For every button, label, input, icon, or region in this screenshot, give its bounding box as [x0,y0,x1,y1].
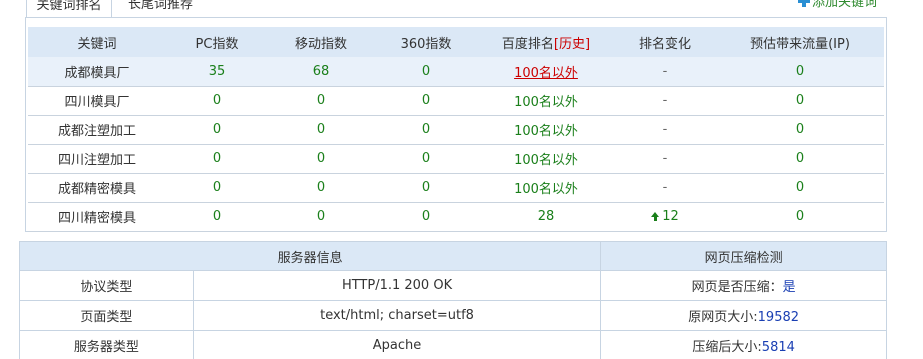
rank-change-cell: - [614,173,716,203]
pc-index-cell: 0 [166,86,268,116]
index-360-cell: 0 [374,115,478,145]
add-keyword-link[interactable]: 添加关键词 [797,0,877,13]
keyword-panel: 关键词 PC指数 移动指数 360指数 百度排名[历史] 排名变化 预估带来流量… [25,17,887,232]
mobile-index-cell: 0 [268,115,374,145]
index-360-cell: 0 [374,57,478,87]
original-size-value: 19582 [757,310,800,325]
protocol-value: HTTP/1.1 200 OK [192,270,602,301]
header-keyword: 关键词 [28,27,166,57]
baidu-rank-cell: 100名以外 [478,144,614,174]
compressed-size-label: 压缩后大小: [692,340,762,355]
header-baidu-rank-label: 百度排名 [501,36,554,52]
table-row: 四川注塑加工 0 0 0 100名以外 - 0 [28,144,884,174]
traffic-cell: 0 [716,115,884,145]
mobile-index-cell: 0 [268,202,374,232]
table-row: 协议类型 HTTP/1.1 200 OK 网页是否压缩：是 [19,270,887,301]
traffic-cell: 0 [716,202,884,232]
baidu-rank-cell: 100名以外 [478,173,614,203]
tab-keyword-ranking[interactable]: 关键词排名 [26,0,112,17]
rank-change-cell: 12 [614,202,716,232]
original-size-label: 原网页大小: [688,310,758,325]
keyword-cell: 四川精密模具 [28,202,166,232]
plus-icon [797,0,810,7]
rank-change-cell: - [614,144,716,174]
keyword-cell: 成都精密模具 [28,173,166,203]
compressed-value: 是 [782,280,796,295]
pc-index-cell: 0 [166,202,268,232]
header-server-info: 服务器信息 [18,241,602,271]
traffic-cell: 0 [716,86,884,116]
history-link[interactable]: [历史] [554,37,590,52]
index-360-cell: 0 [374,202,478,232]
header-rank-change: 排名变化 [614,27,716,57]
table-row: 页面类型 text/html; charset=utf8 原网页大小:19582 [19,300,887,331]
compression-cell: 网页是否压缩：是 [600,270,887,301]
header-est-traffic: 预估带来流量(IP) [716,27,884,57]
index-360-cell: 0 [374,86,478,116]
keyword-cell: 成都注塑加工 [28,115,166,145]
baidu-rank-cell: 100名以外 [478,115,614,145]
protocol-label: 协议类型 [19,270,194,301]
pc-index-cell: 0 [166,173,268,203]
keyword-cell: 成都模具厂 [28,57,166,87]
server-type-label: 服务器类型 [19,330,194,359]
table-header-row: 服务器信息 网页压缩检测 [18,241,887,271]
header-mobile-index: 移动指数 [268,27,374,57]
compressed-size-value: 5814 [761,340,795,355]
index-360-cell: 0 [374,144,478,174]
keyword-cell: 四川注塑加工 [28,144,166,174]
mobile-index-cell: 0 [268,144,374,174]
page-type-label: 页面类型 [19,300,194,331]
mobile-index-cell: 0 [268,173,374,203]
traffic-cell: 0 [716,57,884,87]
server-info-table: 服务器信息 网页压缩检测 协议类型 HTTP/1.1 200 OK 网页是否压缩… [18,241,887,359]
table-row: 成都模具厂 35 68 0 100名以外 - 0 [28,57,884,87]
traffic-cell: 0 [716,173,884,203]
add-keyword-label: 添加关键词 [811,0,877,10]
rank-change-cell: - [614,115,716,145]
up-arrow-icon [651,212,660,221]
tab-long-tail-keywords[interactable]: 长尾词推荐 [128,0,193,17]
original-size-cell: 原网页大小:19582 [600,300,887,331]
table-row: 四川模具厂 0 0 0 100名以外 - 0 [28,86,884,116]
header-pc-index: PC指数 [166,27,268,57]
table-header-row: 关键词 PC指数 移动指数 360指数 百度排名[历史] 排名变化 预估带来流量… [28,27,884,57]
rank-change-cell: - [614,57,716,87]
table-row: 服务器类型 Apache 压缩后大小:5814 [19,330,887,359]
mobile-index-cell: 0 [268,86,374,116]
compressed-size-cell: 压缩后大小:5814 [600,330,887,359]
baidu-rank-link[interactable]: 100名以外 [478,57,614,87]
rank-change-cell: - [614,86,716,116]
table-row: 四川精密模具 0 0 0 28 12 0 [28,202,884,232]
header-baidu-rank: 百度排名[历史] [478,27,614,57]
pc-index-cell: 0 [166,144,268,174]
index-360-cell: 0 [374,173,478,203]
header-360-index: 360指数 [374,27,478,57]
pc-index-cell: 35 [166,57,268,87]
baidu-rank-cell: 100名以外 [478,86,614,116]
traffic-cell: 0 [716,144,884,174]
keyword-cell: 四川模具厂 [28,86,166,116]
table-row: 成都注塑加工 0 0 0 100名以外 - 0 [28,115,884,145]
tab-bar: 关键词排名 长尾词推荐 添加关键词 [0,0,923,17]
mobile-index-cell: 68 [268,57,374,87]
baidu-rank-cell: 28 [478,202,614,232]
pc-index-cell: 0 [166,115,268,145]
keyword-ranking-table: 关键词 PC指数 移动指数 360指数 百度排名[历史] 排名变化 预估带来流量… [28,27,884,232]
compressed-label: 网页是否压缩： [691,280,783,295]
table-row: 成都精密模具 0 0 0 100名以外 - 0 [28,173,884,203]
page-type-value: text/html; charset=utf8 [192,300,602,331]
rank-change-value: 12 [662,209,679,224]
header-compression-check: 网页压缩检测 [600,241,887,271]
server-type-value: Apache [192,330,602,359]
